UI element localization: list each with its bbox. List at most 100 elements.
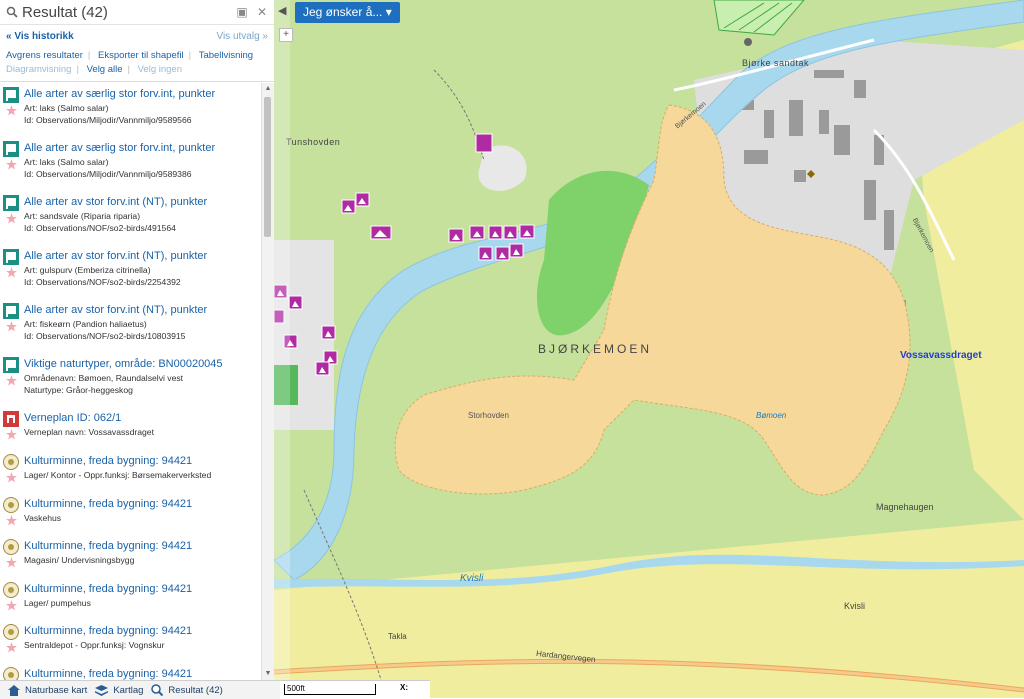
tab-naturbase-kart[interactable]: Naturbase kart [8, 684, 87, 696]
minimize-icon[interactable]: ▣ [236, 6, 248, 18]
star-icon[interactable] [6, 105, 17, 116]
heritage-icon [3, 454, 19, 470]
coordinate-label: X: [400, 683, 408, 692]
protected-area-icon [3, 411, 19, 427]
star-icon[interactable] [6, 213, 17, 224]
flag-icon [3, 249, 19, 265]
show-selection-link[interactable]: Vis utvalg » [216, 31, 268, 42]
result-title[interactable]: Kulturminne, freda bygning: 94421 [24, 498, 192, 510]
star-icon[interactable] [6, 557, 17, 568]
map-label-vossavassdraget: Vossavassdraget [900, 350, 982, 361]
show-history-link[interactable]: « Vis historikk [6, 31, 216, 42]
map-toolbar-strip [274, 0, 290, 698]
scale-bar: 500ft X: [280, 680, 430, 699]
separator: | [76, 64, 79, 75]
result-title[interactable]: Verneplan ID: 062/1 [24, 412, 121, 424]
refine-results-link[interactable]: Avgrens resultater [6, 49, 83, 63]
result-title[interactable]: Kulturminne, freda bygning: 94421 [24, 668, 192, 680]
select-none-link[interactable]: Velg ingen [138, 63, 182, 77]
result-title[interactable]: Viktige naturtyper, område: BN00020045 [24, 358, 223, 370]
panel-title: Resultat (42) [22, 3, 108, 21]
heritage-icon [3, 539, 19, 555]
star-icon[interactable] [6, 600, 17, 611]
scroll-up-icon[interactable]: ▲ [264, 85, 272, 93]
result-item[interactable]: Alle arter av stor forv.int (NT), punkte… [0, 299, 260, 349]
search-results-icon [151, 684, 164, 696]
result-title[interactable]: Alle arter av stor forv.int (NT), punkte… [24, 196, 207, 208]
result-detail: Naturtype: Gråor-heggeskog [24, 385, 133, 395]
result-title[interactable]: Kulturminne, freda bygning: 94421 [24, 625, 192, 637]
scroll-down-icon[interactable]: ▼ [264, 670, 272, 678]
panel-header: Resultat (42) ▣ ✕ [0, 0, 274, 25]
heritage-icon [3, 497, 19, 513]
result-title[interactable]: Alle arter av stor forv.int (NT), punkte… [24, 250, 207, 262]
show-history-label: Vis historikk [14, 30, 74, 42]
result-title[interactable]: Alle arter av særlig stor forv.int, punk… [24, 88, 215, 100]
result-item[interactable]: Alle arter av stor forv.int (NT), punkte… [0, 191, 260, 241]
wish-button-label: Jeg ønsker å... [303, 5, 383, 19]
result-detail: Lager/ Kontor - Oppr.funksj: Børsemakerv… [24, 470, 212, 480]
map-label-bjorke-sandtak: Bjørke sandtak [742, 58, 810, 68]
scroll-thumb[interactable] [264, 97, 271, 237]
flag-icon [3, 195, 19, 211]
map-view[interactable]: Bjørke sandtak Tunshovden BJØRKEMOEN Vos… [274, 0, 1024, 698]
chevron-down-icon: ▾ [385, 5, 392, 19]
separator: | [87, 50, 91, 61]
wish-dropdown-button[interactable]: Jeg ønsker å... ▾ [295, 2, 400, 23]
search-icon [6, 6, 18, 18]
result-item[interactable]: Kulturminne, freda bygning: 94421 [0, 663, 260, 680]
close-icon[interactable]: ✕ [256, 6, 268, 18]
results-scrollbar[interactable]: ▲ ▼ [261, 83, 274, 680]
result-detail: Id: Observations/Miljodir/Vannmiljo/9589… [24, 115, 192, 125]
result-item[interactable]: Alle arter av stor forv.int (NT), punkte… [0, 245, 260, 295]
result-detail: Art: fiskeørn (Pandion haliaetus) [24, 319, 147, 329]
heritage-icon [3, 624, 19, 640]
map-label-bjorkemoen: BJØRKEMOEN [538, 342, 653, 356]
result-detail: Vaskehus [24, 513, 62, 523]
star-icon[interactable] [6, 321, 17, 332]
star-icon[interactable] [6, 429, 17, 440]
result-title[interactable]: Kulturminne, freda bygning: 94421 [24, 455, 192, 467]
result-detail: Art: sandsvale (Riparia riparia) [24, 211, 141, 221]
layers-icon [95, 684, 109, 696]
star-icon[interactable] [6, 375, 17, 386]
home-icon [8, 684, 20, 696]
result-title[interactable]: Alle arter av særlig stor forv.int, punk… [24, 142, 215, 154]
tab-label: Kartlag [113, 684, 144, 696]
zoom-in-button[interactable]: + [279, 28, 293, 42]
flag-icon [3, 87, 19, 103]
result-item[interactable]: Alle arter av særlig stor forv.int, punk… [0, 83, 260, 133]
result-title[interactable]: Alle arter av stor forv.int (NT), punkte… [24, 304, 207, 316]
select-all-link[interactable]: Velg alle [87, 63, 123, 77]
export-shapefile-link[interactable]: Eksporter til shapefil [98, 49, 184, 63]
history-row: « Vis historikk Vis utvalg » [0, 25, 274, 47]
scale-label: 500ft [284, 684, 376, 695]
diagram-view-link[interactable]: Diagramvisning [6, 63, 71, 77]
star-icon[interactable] [6, 642, 17, 653]
result-title[interactable]: Kulturminne, freda bygning: 94421 [24, 583, 192, 595]
star-icon[interactable] [6, 515, 17, 526]
flag-icon [3, 141, 19, 157]
heritage-icon [3, 582, 19, 598]
bottom-tabs: Naturbase kart Kartlag Resultat (42) [0, 680, 280, 699]
show-selection-label: Vis utvalg [216, 30, 260, 42]
star-icon[interactable] [6, 159, 17, 170]
flag-icon [3, 357, 19, 373]
result-item[interactable]: Alle arter av særlig stor forv.int, punk… [0, 137, 260, 187]
result-title[interactable]: Kulturminne, freda bygning: 94421 [24, 540, 192, 552]
collapse-panel-icon[interactable]: ◀ [278, 4, 288, 18]
map-label-bamoen: Bømoen [756, 411, 787, 420]
result-detail: Id: Observations/Miljodir/Vannmiljo/9589… [24, 169, 192, 179]
table-view-link[interactable]: Tabellvisning [199, 49, 253, 63]
star-icon[interactable] [6, 267, 17, 278]
star-icon[interactable] [6, 472, 17, 483]
map-label-kvisli: Kvisli [844, 601, 866, 611]
result-item[interactable]: Viktige naturtyper, område: BN00020045 Om… [0, 353, 260, 403]
tab-resultat[interactable]: Resultat (42) [151, 684, 223, 696]
result-detail: Områdenavn: Bømoen, Raundalselvi vest [24, 373, 184, 383]
result-detail: Id: Observations/NOF/so2-birds/491564 [24, 223, 176, 233]
flag-icon [3, 303, 19, 319]
tab-kartlag[interactable]: Kartlag [95, 684, 144, 696]
result-detail: Art: laks (Salmo salar) [24, 157, 109, 167]
result-detail: Art: laks (Salmo salar) [24, 103, 109, 113]
